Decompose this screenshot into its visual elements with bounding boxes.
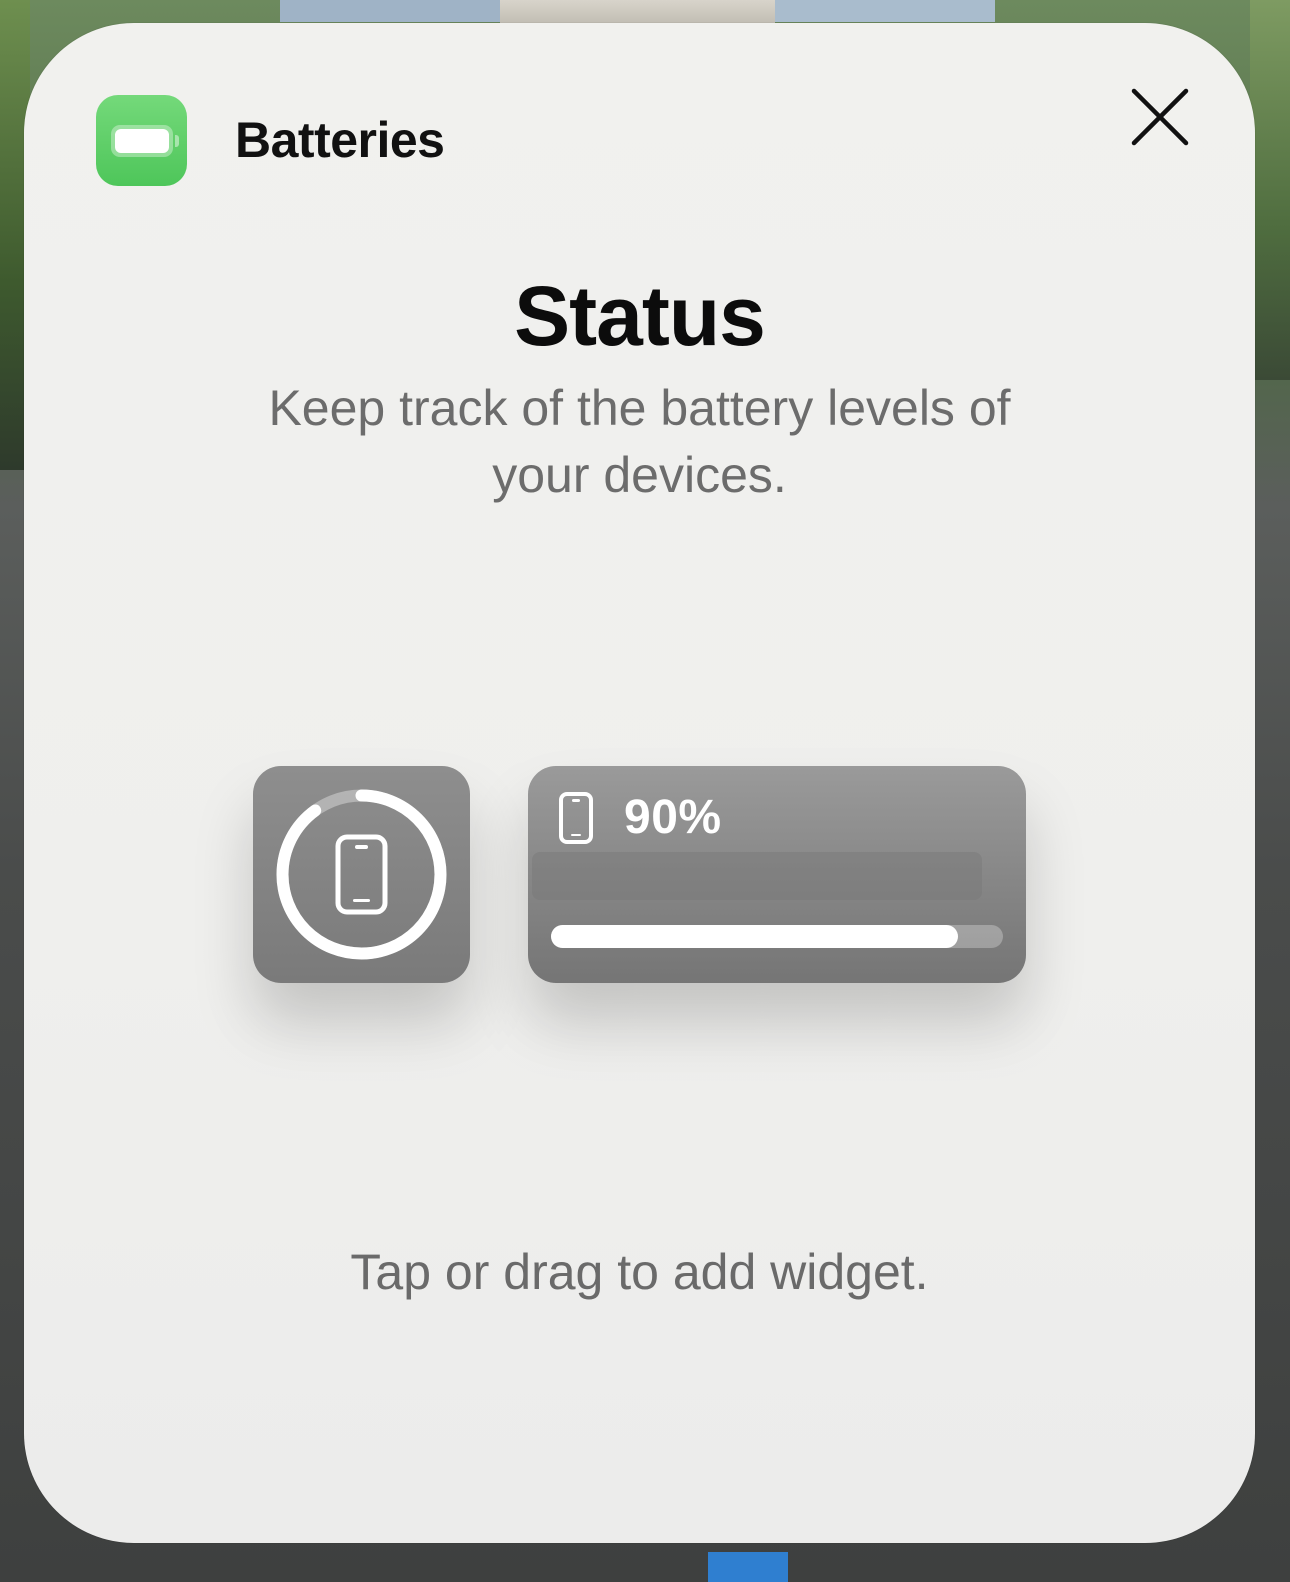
iphone-icon (335, 834, 388, 915)
wallpaper-blue-lane (708, 1552, 788, 1582)
widget-gallery-sheet: Batteries Status Keep track of the batte… (24, 23, 1255, 1543)
device-name-placeholder (532, 852, 982, 900)
close-button[interactable] (1124, 83, 1194, 153)
battery-level-track (551, 925, 1003, 948)
medium-battery-widget-preview[interactable]: 90% (528, 766, 1026, 983)
wallpaper-trees-right (1250, 0, 1290, 380)
widget-description: Keep track of the battery levels of your… (268, 380, 1011, 503)
small-battery-widget-preview[interactable] (253, 766, 470, 983)
close-icon (1131, 88, 1189, 146)
battery-level-fill (551, 925, 958, 948)
batteries-app-icon (96, 95, 187, 186)
wallpaper-sky (280, 0, 500, 22)
wallpaper-sky-right (775, 0, 995, 22)
app-name: Batteries (235, 112, 445, 168)
battery-icon (110, 124, 179, 157)
battery-ring (276, 789, 447, 960)
iphone-icon (559, 792, 593, 844)
battery-percent-label: 90% (624, 791, 722, 844)
add-widget-hint: Tap or drag to add widget. (350, 1244, 929, 1300)
widget-title: Status (514, 269, 766, 363)
wallpaper-building (500, 0, 775, 24)
